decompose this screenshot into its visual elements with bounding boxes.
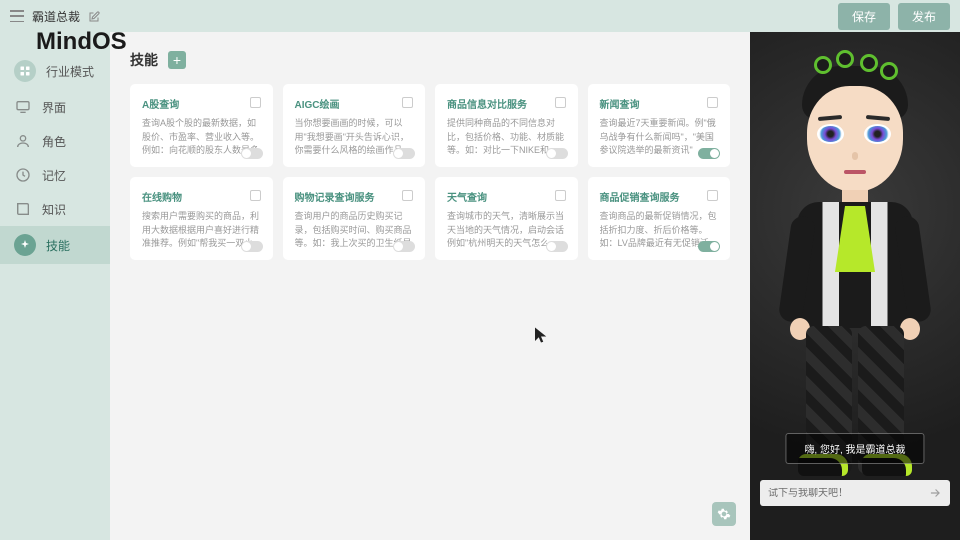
copy-icon[interactable]	[402, 190, 413, 201]
skill-card: 天气查询 查询城市的天气，清晰展示当天当地的天气情况，启动会话例如"杭州明天的天…	[435, 177, 578, 260]
copy-icon[interactable]	[555, 190, 566, 201]
book-icon	[14, 200, 32, 218]
content-header: 技能 +	[130, 50, 730, 70]
greeting-bubble: 嗨, 您好, 我是霸道总裁	[785, 433, 924, 464]
menu-icon[interactable]	[10, 10, 24, 22]
sidebar-item-ui[interactable]: 界面	[0, 90, 110, 124]
avatar-preview: 嗨, 您好, 我是霸道总裁	[750, 32, 960, 540]
monitor-icon	[14, 98, 32, 116]
copy-icon[interactable]	[250, 190, 261, 201]
sparkle-icon	[14, 234, 36, 256]
publish-button[interactable]: 发布	[898, 3, 950, 30]
sidebar-item-memory[interactable]: 记忆	[0, 158, 110, 192]
card-toggle[interactable]	[546, 241, 568, 252]
avatar	[780, 46, 930, 476]
sidebar-item-role[interactable]: 角色	[0, 124, 110, 158]
copy-icon[interactable]	[250, 97, 261, 108]
card-toggle[interactable]	[546, 148, 568, 159]
sidebar-item-label: 行业模式	[46, 63, 94, 80]
skill-card: 购物记录查询服务 查询用户的商品历史购买记录，包括购买时间、购买商品等。如：我上…	[283, 177, 426, 260]
card-title: 购物记录查询服务	[295, 189, 375, 204]
card-title: 商品信息对比服务	[447, 96, 527, 111]
copy-icon[interactable]	[555, 97, 566, 108]
save-button[interactable]: 保存	[838, 3, 890, 30]
skill-card: 商品信息对比服务 提供同种商品的不同信息对比，包括价格、功能、材质能等。如：对比…	[435, 84, 578, 167]
card-toggle[interactable]	[393, 241, 415, 252]
card-title: 在线购物	[142, 189, 182, 204]
sidebar-item-industry[interactable]: 行业模式	[0, 52, 110, 90]
content-title: 技能	[130, 50, 158, 70]
card-title: 天气查询	[447, 189, 487, 204]
avatar-scene: 嗨, 您好, 我是霸道总裁	[750, 32, 960, 540]
sidebar-item-label: 技能	[46, 237, 70, 254]
card-title: A股查询	[142, 96, 179, 111]
send-icon[interactable]	[928, 486, 942, 500]
sidebar-item-skill[interactable]: 技能	[0, 226, 110, 264]
topbar-actions: 保存 发布	[838, 3, 950, 30]
skill-card: 商品促销查询服务 查询商品的最新促销情况，包括折扣力度、折后价格等。如：LV品牌…	[588, 177, 731, 260]
user-icon	[14, 132, 32, 150]
skill-card: A股查询 查询A股个股的最新数据，如股价、市盈率、营业收入等。例如：向花顺的股东…	[130, 84, 273, 167]
cursor-icon	[532, 326, 550, 349]
skill-cards: A股查询 查询A股个股的最新数据，如股价、市盈率、营业收入等。例如：向花顺的股东…	[130, 84, 730, 260]
sidebar-item-label: 界面	[42, 99, 66, 116]
add-skill-button[interactable]: +	[168, 51, 186, 69]
copy-icon[interactable]	[707, 190, 718, 201]
topbar-left: 霸道总裁	[10, 8, 100, 25]
chat-input-wrap	[760, 480, 950, 506]
card-title: AIGC绘画	[295, 96, 340, 111]
copy-icon[interactable]	[402, 97, 413, 108]
page-title: 霸道总裁	[32, 8, 80, 25]
card-title: 商品促销查询服务	[600, 189, 680, 204]
logo: MindOS	[36, 28, 127, 56]
skill-card: 新闻查询 查询最近7天重要新闻。例"俄乌战争有什么新闻吗"，"美国参议院选举的最…	[588, 84, 731, 167]
card-toggle[interactable]	[698, 241, 720, 252]
copy-icon[interactable]	[707, 97, 718, 108]
sidebar: 行业模式 界面 角色 记忆 知识 技能	[0, 32, 110, 540]
grid-icon	[14, 60, 36, 82]
card-title: 新闻查询	[600, 96, 640, 111]
edit-icon[interactable]	[88, 10, 100, 22]
card-toggle[interactable]	[393, 148, 415, 159]
skill-card: 在线购物 搜索用户需要购买的商品，利用大数据根据用户喜好进行精准推荐。例如"帮我…	[130, 177, 273, 260]
sidebar-item-label: 知识	[42, 201, 66, 218]
sidebar-item-label: 记忆	[42, 167, 66, 184]
sidebar-item-label: 角色	[42, 133, 66, 150]
chat-input[interactable]	[768, 488, 928, 499]
skill-card: AIGC绘画 当你想要画画的时候，可以用"我想要画"开头告诉心识，你需要什么风格…	[283, 84, 426, 167]
clock-icon	[14, 166, 32, 184]
card-toggle[interactable]	[241, 241, 263, 252]
content: 技能 + A股查询 查询A股个股的最新数据，如股价、市盈率、营业收入等。例如：向…	[110, 32, 750, 540]
settings-button[interactable]	[712, 502, 736, 526]
topbar: 霸道总裁 保存 发布	[0, 0, 960, 32]
card-toggle[interactable]	[698, 148, 720, 159]
sidebar-item-knowledge[interactable]: 知识	[0, 192, 110, 226]
card-toggle[interactable]	[241, 148, 263, 159]
